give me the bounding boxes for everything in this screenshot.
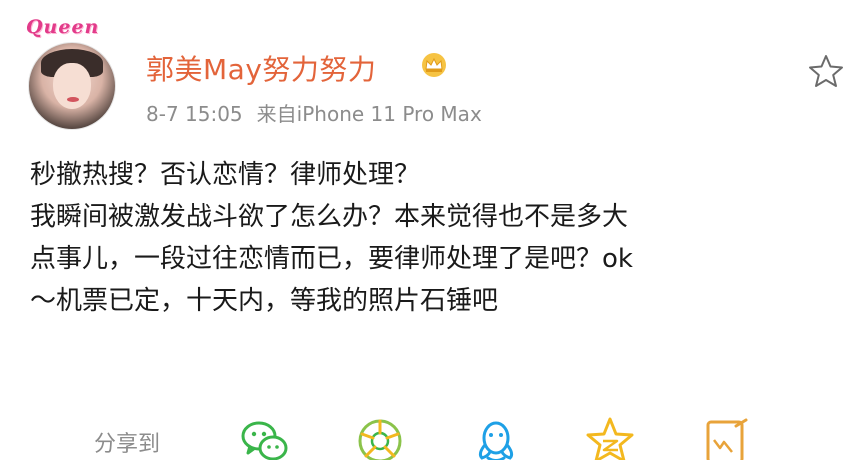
share-label: 分享到 bbox=[94, 432, 161, 457]
post-body-line: ～机票已定，十天内，等我的照片石锤吧 bbox=[30, 286, 499, 316]
user-name[interactable]: 郭美May努力努力 bbox=[146, 48, 376, 88]
post-source[interactable]: 来自iPhone 11 Pro Max bbox=[257, 102, 482, 126]
post-timestamp: 8-7 15:05 bbox=[146, 102, 243, 126]
crown-icon[interactable] bbox=[420, 52, 448, 78]
post-body: 秒撤热搜？否认恋情？律师处理？ 我瞬间被激发战斗欲了怎么办？本来觉得也不是多大 … bbox=[30, 154, 840, 322]
qq-icon[interactable] bbox=[470, 416, 522, 460]
avatar-queen-tag: Queen bbox=[26, 16, 100, 38]
qzone-icon[interactable] bbox=[584, 416, 636, 460]
favorite-star-icon[interactable] bbox=[808, 54, 844, 88]
avatar[interactable] bbox=[28, 42, 116, 130]
note-icon[interactable] bbox=[700, 416, 752, 460]
post-body-line: 点事儿，一段过往恋情而已，要律师处理了是吧？ok bbox=[30, 244, 633, 274]
post-body-line: 我瞬间被激发战斗欲了怎么办？本来觉得也不是多大 bbox=[30, 202, 629, 232]
post-meta: 8-7 15:05 来自iPhone 11 Pro Max bbox=[146, 98, 482, 127]
weibo-post: Queen 郭美May努力努力 8-7 15:05 来自iPhone 11 Pro… bbox=[0, 0, 856, 460]
share-bar: 分享到 bbox=[0, 410, 856, 460]
wechat-moments-icon[interactable] bbox=[354, 416, 406, 460]
post-body-line: 秒撤热搜？否认恋情？律师处理？ bbox=[30, 160, 421, 190]
avatar-container[interactable]: Queen bbox=[22, 16, 126, 134]
wechat-icon[interactable] bbox=[238, 416, 290, 460]
